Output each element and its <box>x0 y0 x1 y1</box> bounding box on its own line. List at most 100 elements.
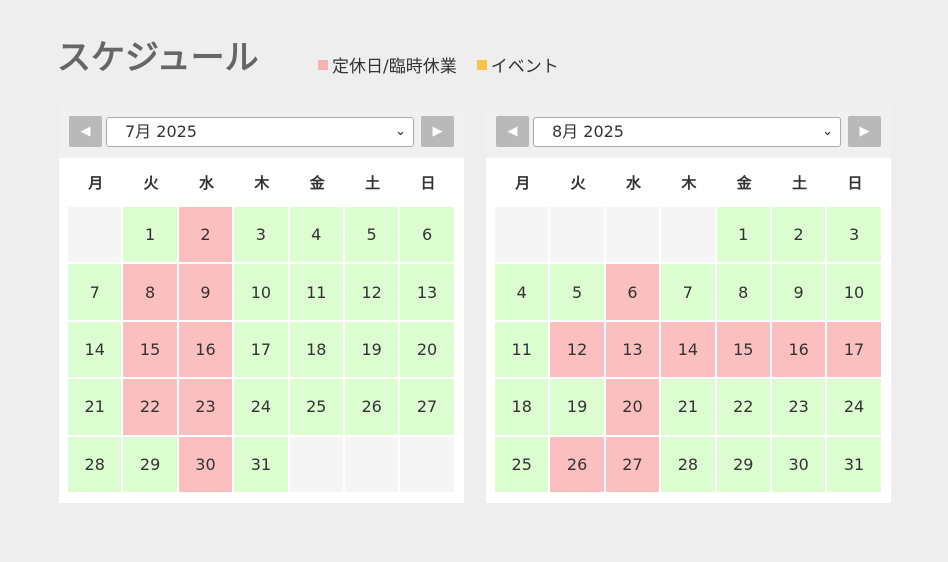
day-cell-26[interactable]: 26 <box>550 436 604 492</box>
day-cell-7[interactable]: 7 <box>661 264 715 320</box>
day-cell-11[interactable]: 11 <box>289 264 343 320</box>
day-cell-11[interactable]: 11 <box>495 321 549 378</box>
empty-day-cell <box>661 207 715 263</box>
weekday-fri: 金 <box>309 174 325 192</box>
day-cell-28[interactable]: 28 <box>68 436 122 492</box>
day-cell-18[interactable]: 18 <box>495 379 549 435</box>
day-cell-14[interactable]: 14 <box>68 321 122 378</box>
legend-item-closed: 定休日/臨時休業 <box>318 52 457 77</box>
day-cell-27[interactable]: 27 <box>400 379 454 435</box>
month-select[interactable]: 8月 2025 ⌄ <box>533 117 841 147</box>
legend-swatch-event <box>476 59 487 70</box>
day-cell-26[interactable]: 26 <box>344 379 399 435</box>
day-cell-15[interactable]: 15 <box>716 321 770 378</box>
day-cell-30[interactable]: 30 <box>178 436 233 492</box>
left-triangle-icon: ◀ <box>80 124 91 139</box>
day-cell-31[interactable]: 31 <box>234 436 288 492</box>
legend-label-event: イベント <box>490 57 559 77</box>
day-cell-8[interactable]: 8 <box>123 264 177 320</box>
day-cell-6[interactable]: 6 <box>400 207 454 263</box>
day-cell-17[interactable]: 17 <box>234 321 288 378</box>
day-cell-13[interactable]: 13 <box>400 264 454 320</box>
day-cell-23[interactable]: 23 <box>771 379 826 435</box>
day-cell-29[interactable]: 29 <box>716 436 770 492</box>
weekday-sat: 土 <box>792 174 808 192</box>
weekday-sun: 日 <box>420 174 436 192</box>
weekday-header: 月 火 水 木 金 土 日 <box>68 172 456 193</box>
day-cell-23[interactable]: 23 <box>178 379 233 435</box>
day-cell-27[interactable]: 27 <box>605 436 660 492</box>
day-cell-25[interactable]: 25 <box>289 379 343 435</box>
day-cell-19[interactable]: 19 <box>550 379 604 435</box>
day-cell-7[interactable]: 7 <box>68 264 122 320</box>
right-triangle-icon: ▶ <box>859 124 870 139</box>
day-cell-24[interactable]: 24 <box>827 379 881 435</box>
empty-day-cell <box>289 436 343 492</box>
day-cell-15[interactable]: 15 <box>123 321 177 378</box>
day-cell-20[interactable]: 20 <box>400 321 454 378</box>
day-cell-2[interactable]: 2 <box>771 207 826 263</box>
day-cell-16[interactable]: 16 <box>771 321 826 378</box>
day-cell-14[interactable]: 14 <box>661 321 715 378</box>
prev-month-button[interactable]: ◀ <box>69 116 102 147</box>
day-cell-4[interactable]: 4 <box>289 207 343 263</box>
day-cell-5[interactable]: 5 <box>550 264 604 320</box>
weekday-fri: 金 <box>736 174 752 192</box>
left-triangle-icon: ◀ <box>507 124 518 139</box>
weekday-wed: 水 <box>625 174 641 192</box>
day-cell-12[interactable]: 12 <box>344 264 399 320</box>
day-cell-22[interactable]: 22 <box>123 379 177 435</box>
day-cell-2[interactable]: 2 <box>178 207 233 263</box>
month-select[interactable]: 7月 2025 ⌄ <box>106 117 414 147</box>
weekday-mon: 月 <box>88 174 104 192</box>
day-cell-9[interactable]: 9 <box>178 264 233 320</box>
day-cell-9[interactable]: 9 <box>771 264 826 320</box>
day-cell-19[interactable]: 19 <box>344 321 399 378</box>
day-cell-6[interactable]: 6 <box>605 264 660 320</box>
day-cell-10[interactable]: 10 <box>827 264 881 320</box>
chevron-down-icon: ⌄ <box>822 124 833 139</box>
day-cell-21[interactable]: 21 <box>68 379 122 435</box>
weekday-tue: 火 <box>143 174 159 192</box>
day-cell-8[interactable]: 8 <box>716 264 770 320</box>
weekday-mon: 月 <box>515 174 531 192</box>
legend-label-closed: 定休日/臨時休業 <box>332 57 457 77</box>
day-cell-28[interactable]: 28 <box>661 436 715 492</box>
day-cell-22[interactable]: 22 <box>716 379 770 435</box>
day-cell-30[interactable]: 30 <box>771 436 826 492</box>
day-cell-17[interactable]: 17 <box>827 321 881 378</box>
day-cell-3[interactable]: 3 <box>827 207 881 263</box>
day-grid: 1 2 3 4 5 6 7 8 9 10 11 12 13 14 15 16 17 18 19 20 21 22 23 24 2… <box>495 207 881 492</box>
day-cell-1[interactable]: 1 <box>716 207 770 263</box>
day-cell-5[interactable]: 5 <box>344 207 399 263</box>
day-cell-13[interactable]: 13 <box>605 321 660 378</box>
day-cell-31[interactable]: 31 <box>827 436 881 492</box>
day-cell-3[interactable]: 3 <box>234 207 288 263</box>
calendar-header: ◀ 8月 2025 ⌄ ▶ <box>486 106 891 158</box>
empty-day-cell <box>344 436 399 492</box>
day-cell-4[interactable]: 4 <box>495 264 549 320</box>
month-select-value: 8月 2025 <box>552 122 624 141</box>
page-title: スケジュール <box>57 38 259 78</box>
day-cell-18[interactable]: 18 <box>289 321 343 378</box>
day-cell-1[interactable]: 1 <box>123 207 177 263</box>
next-month-button[interactable]: ▶ <box>848 116 881 147</box>
day-cell-21[interactable]: 21 <box>661 379 715 435</box>
empty-day-cell <box>68 207 122 263</box>
day-cell-12[interactable]: 12 <box>550 321 604 378</box>
next-month-button[interactable]: ▶ <box>421 116 454 147</box>
prev-month-button[interactable]: ◀ <box>496 116 529 147</box>
weekday-sat: 土 <box>365 174 381 192</box>
calendar-july: ◀ 7月 2025 ⌄ ▶ 月 火 水 木 金 土 日 1 2 3 4 5 6 7 8 9 10 1… <box>59 106 464 503</box>
weekday-tue: 火 <box>570 174 586 192</box>
empty-day-cell <box>495 207 549 263</box>
day-cell-24[interactable]: 24 <box>234 379 288 435</box>
weekday-sun: 日 <box>847 174 863 192</box>
day-cell-16[interactable]: 16 <box>178 321 233 378</box>
day-cell-25[interactable]: 25 <box>495 436 549 492</box>
day-cell-10[interactable]: 10 <box>234 264 288 320</box>
day-grid: 1 2 3 4 5 6 7 8 9 10 11 12 13 14 15 16 17 18 19 20 21 22 23 24 2… <box>68 207 454 492</box>
day-cell-20[interactable]: 20 <box>605 379 660 435</box>
empty-day-cell <box>605 207 660 263</box>
day-cell-29[interactable]: 29 <box>123 436 177 492</box>
